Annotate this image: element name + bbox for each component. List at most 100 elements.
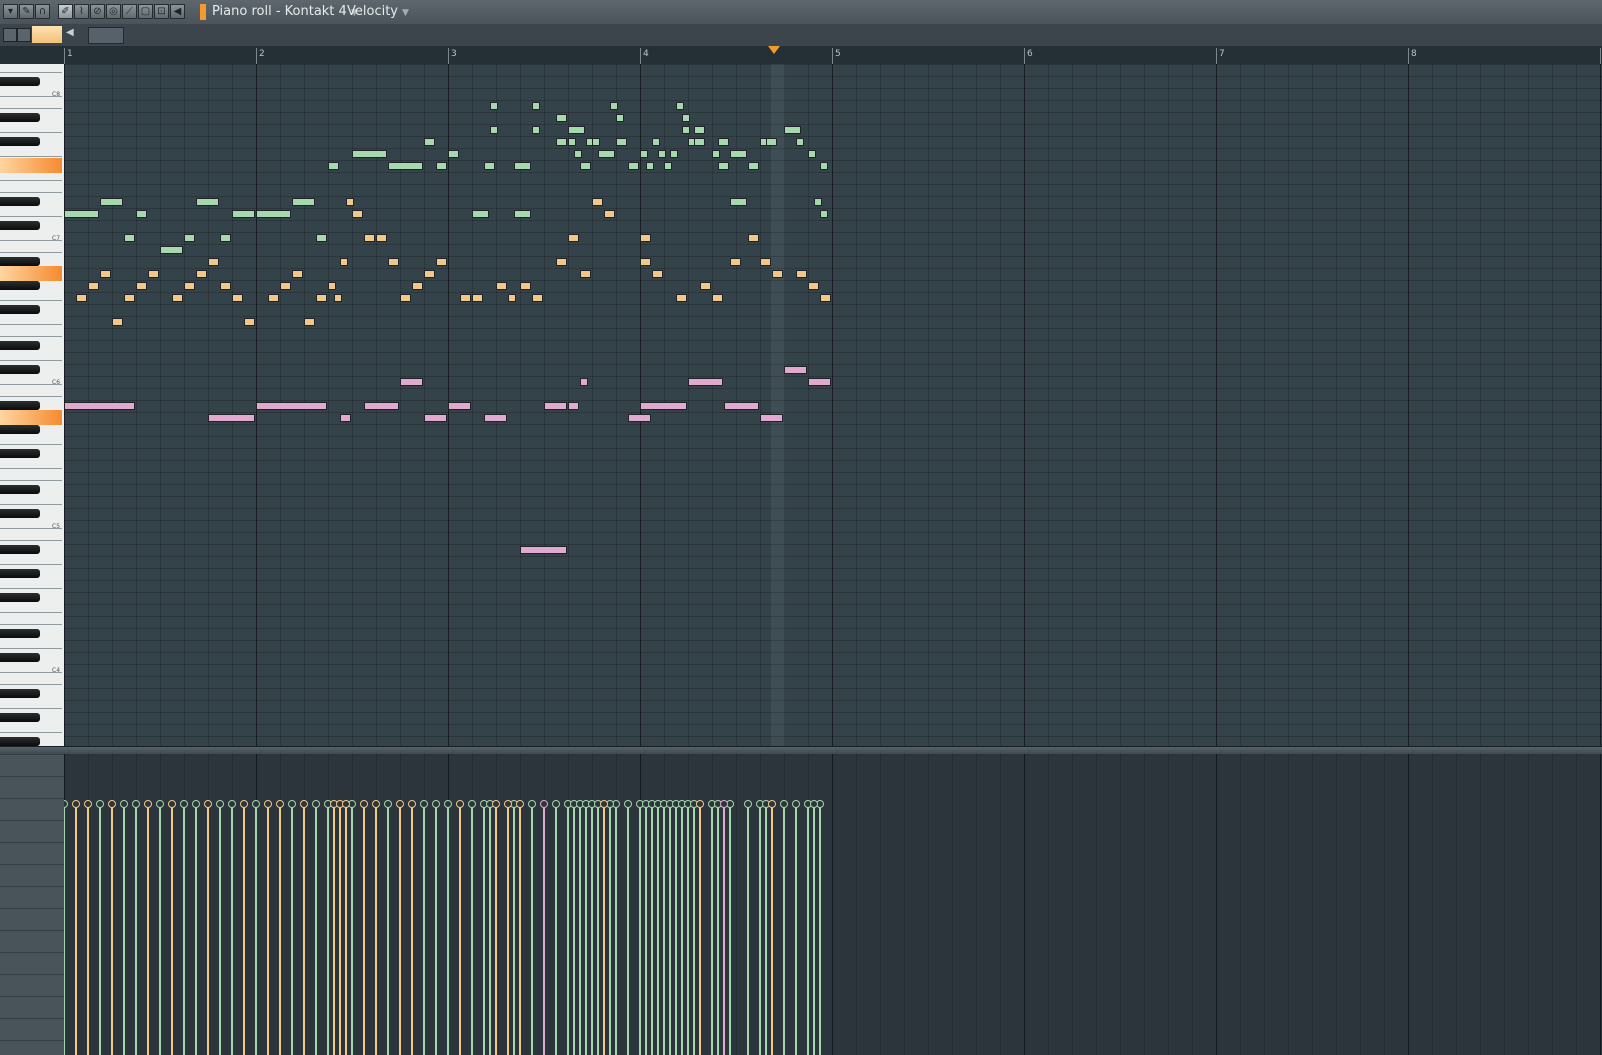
note-pink[interactable] — [64, 402, 135, 410]
note-orange[interactable] — [400, 294, 411, 302]
note-green[interactable] — [352, 150, 387, 158]
velocity-stem[interactable] — [64, 806, 65, 1055]
velocity-stem[interactable] — [219, 806, 221, 1055]
note-orange[interactable] — [436, 258, 447, 266]
velocity-stem[interactable] — [447, 806, 449, 1055]
velocity-stem[interactable] — [489, 806, 491, 1055]
wrench-icon[interactable]: ✎ — [19, 4, 34, 19]
note-orange[interactable] — [712, 294, 723, 302]
note-orange[interactable] — [412, 282, 423, 290]
velocity-stem[interactable] — [345, 806, 347, 1055]
note-green[interactable] — [640, 150, 648, 158]
note-green[interactable] — [124, 234, 135, 242]
note-green[interactable] — [184, 234, 195, 242]
note-green[interactable] — [448, 150, 459, 158]
note-green[interactable] — [514, 162, 531, 170]
velocity-stem[interactable] — [639, 806, 641, 1055]
note-green[interactable] — [664, 162, 672, 170]
velocity-handle[interactable] — [384, 800, 392, 808]
velocity-handle[interactable] — [216, 800, 224, 808]
note-green[interactable] — [646, 162, 654, 170]
note-grid[interactable] — [64, 64, 1602, 746]
note-pink[interactable] — [520, 546, 567, 554]
velocity-handle[interactable] — [468, 800, 476, 808]
velocity-stem[interactable] — [483, 806, 485, 1055]
velocity-handle[interactable] — [312, 800, 320, 808]
velocity-stem[interactable] — [699, 806, 701, 1055]
note-pink[interactable] — [400, 378, 423, 386]
white-key[interactable] — [0, 494, 62, 505]
velocity-handle[interactable] — [768, 800, 776, 808]
velocity-stem[interactable] — [279, 806, 281, 1055]
velocity-handle[interactable] — [504, 800, 512, 808]
white-key[interactable] — [0, 458, 62, 469]
velocity-handle[interactable] — [204, 800, 212, 808]
note-orange[interactable] — [760, 258, 771, 266]
note-pink[interactable] — [808, 378, 831, 386]
note-orange[interactable] — [796, 270, 807, 278]
note-green[interactable] — [820, 210, 828, 218]
velocity-stem[interactable] — [765, 806, 767, 1055]
note-orange[interactable] — [280, 282, 291, 290]
velocity-handle[interactable] — [432, 800, 440, 808]
note-pink[interactable] — [208, 414, 255, 422]
velocity-handle[interactable] — [192, 800, 200, 808]
velocity-stem[interactable] — [195, 806, 197, 1055]
velocity-stem[interactable] — [555, 806, 557, 1055]
note-green[interactable] — [616, 138, 627, 146]
note-orange[interactable] — [148, 270, 159, 278]
pencil-icon[interactable]: ✐ — [58, 4, 73, 19]
note-green[interactable] — [718, 138, 729, 146]
velocity-handle[interactable] — [228, 800, 236, 808]
velocity-stem[interactable] — [651, 806, 653, 1055]
white-key[interactable] — [0, 242, 62, 253]
note-green[interactable] — [196, 198, 219, 206]
note-orange[interactable] — [568, 234, 579, 242]
note-orange[interactable] — [640, 258, 651, 266]
note-green[interactable] — [568, 126, 585, 134]
velocity-handle[interactable] — [108, 800, 116, 808]
velocity-handle[interactable] — [420, 800, 428, 808]
note-pink[interactable] — [688, 378, 723, 386]
white-key[interactable] — [0, 122, 62, 133]
black-key[interactable] — [0, 77, 40, 86]
note-green[interactable] — [658, 150, 666, 158]
velocity-stem[interactable] — [123, 806, 125, 1055]
black-key[interactable] — [0, 569, 40, 578]
white-key[interactable] — [0, 614, 62, 625]
white-key[interactable] — [0, 470, 62, 481]
velocity-stem[interactable] — [303, 806, 305, 1055]
velocity-stem[interactable] — [687, 806, 689, 1055]
note-orange[interactable] — [328, 282, 336, 290]
velocity-stem[interactable] — [387, 806, 389, 1055]
note-orange[interactable] — [520, 282, 531, 290]
white-key[interactable] — [0, 146, 62, 157]
note-green[interactable] — [598, 150, 615, 158]
note-pink[interactable] — [784, 366, 807, 374]
velocity-handle[interactable] — [132, 800, 140, 808]
note-pink[interactable] — [544, 402, 567, 410]
velocity-stem[interactable] — [657, 806, 659, 1055]
velocity-stem[interactable] — [669, 806, 671, 1055]
note-green[interactable] — [808, 150, 816, 158]
note-green[interactable] — [100, 198, 123, 206]
velocity-stem[interactable] — [663, 806, 665, 1055]
velocity-handle[interactable] — [552, 800, 560, 808]
velocity-handle[interactable] — [492, 800, 500, 808]
note-green[interactable] — [388, 162, 423, 170]
brush-icon[interactable]: ⌇ — [74, 4, 89, 19]
note-orange[interactable] — [532, 294, 543, 302]
note-orange[interactable] — [730, 258, 741, 266]
velocity-handle[interactable] — [780, 800, 788, 808]
black-key[interactable] — [0, 341, 40, 350]
white-key[interactable] — [0, 206, 62, 217]
white-key[interactable] — [0, 722, 62, 733]
note-orange[interactable] — [376, 234, 387, 242]
note-green[interactable] — [616, 114, 624, 122]
black-key[interactable] — [0, 365, 40, 374]
scroll-left-icon[interactable]: ◀ — [66, 27, 74, 38]
note-orange[interactable] — [364, 234, 375, 242]
velocity-handle[interactable] — [456, 800, 464, 808]
white-key[interactable] — [0, 386, 62, 397]
note-green[interactable] — [766, 138, 777, 146]
